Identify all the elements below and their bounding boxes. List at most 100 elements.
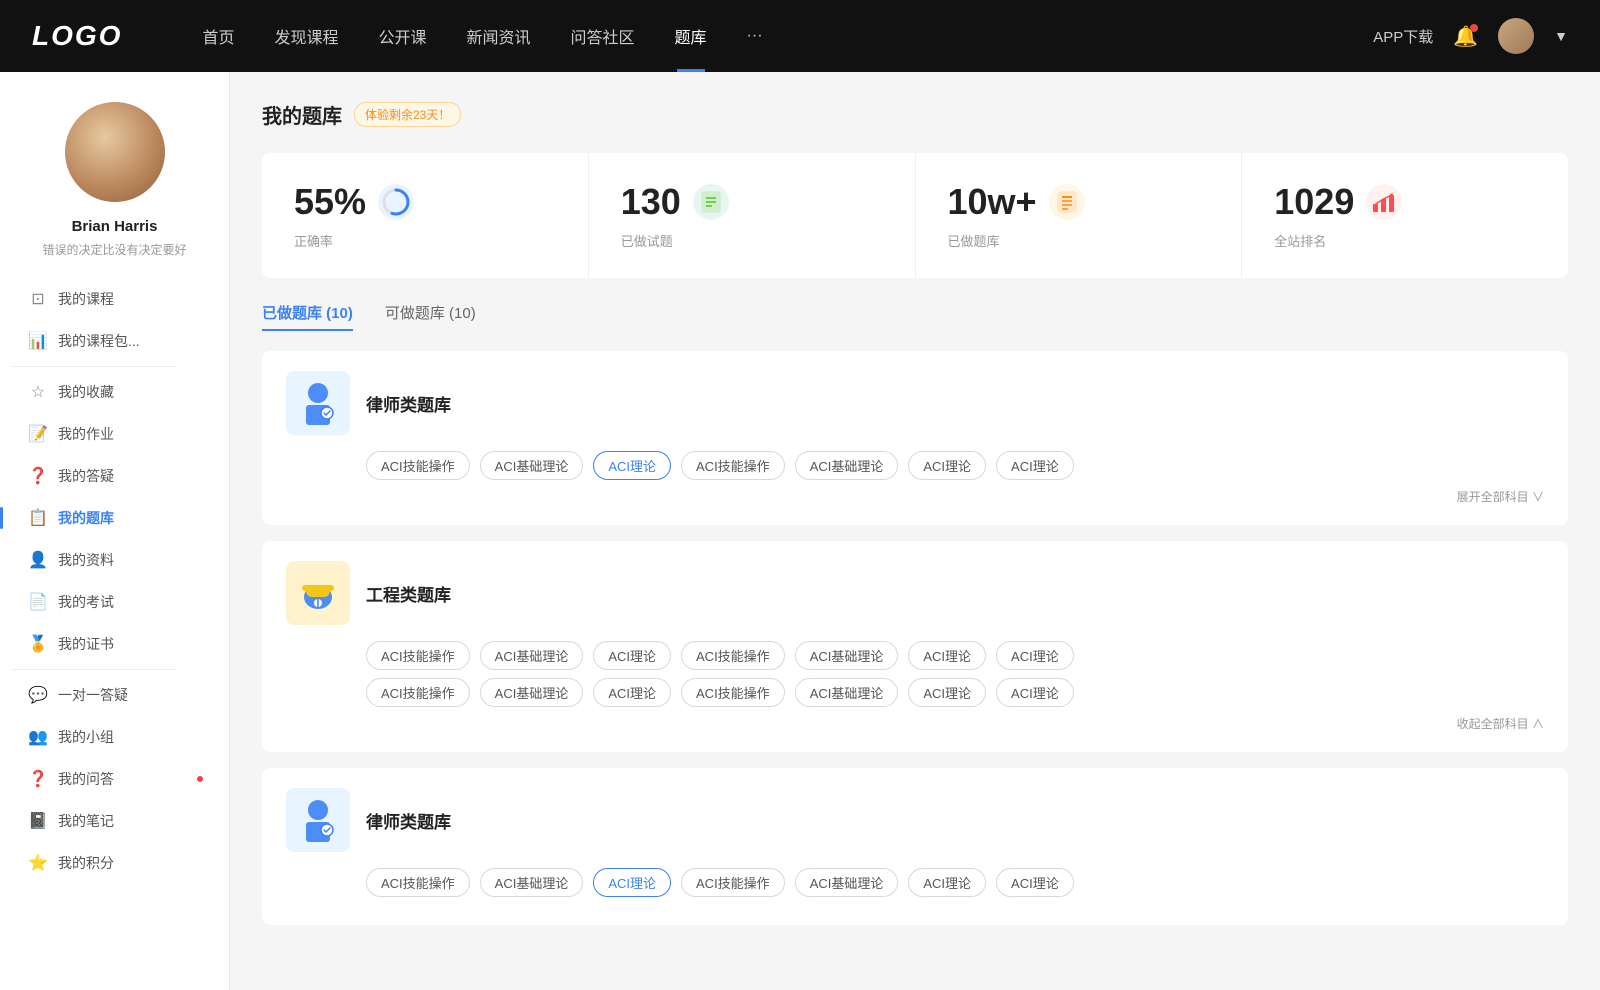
nav-home[interactable]: 首页 [182, 0, 254, 72]
sidebar-item-notes[interactable]: 📓 我的笔记 [12, 800, 217, 842]
stat-done-questions-value: 130 [621, 181, 681, 223]
user-avatar-nav[interactable] [1498, 18, 1534, 54]
star-icon: ☆ [28, 382, 48, 402]
sidebar-item-certificate[interactable]: 🏅 我的证书 [12, 623, 217, 665]
divider2 [12, 669, 176, 670]
top-navigation: LOGO 首页 发现课程 公开课 新闻资讯 问答社区 题库 ··· APP下载 … [0, 0, 1600, 72]
tag[interactable]: ACI技能操作 [366, 678, 470, 707]
stat-accuracy: 55% 正确率 [262, 153, 589, 278]
tag[interactable]: ACI理论 [996, 678, 1074, 707]
tag[interactable]: ACI技能操作 [681, 641, 785, 670]
tag[interactable]: ACI理论 [996, 641, 1074, 670]
tag[interactable]: ACI理论 [908, 451, 986, 480]
chevron-down-icon[interactable]: ▼ [1554, 28, 1568, 44]
tag[interactable]: ACI技能操作 [366, 641, 470, 670]
tag[interactable]: ACI基础理论 [795, 641, 899, 670]
qbank-title-engineer: 工程类题库 [366, 581, 451, 606]
sidebar-item-label: 我的小组 [58, 727, 114, 747]
profile-icon: 👤 [28, 550, 48, 570]
app-download-button[interactable]: APP下载 [1373, 26, 1433, 47]
lawyer-icon [286, 371, 350, 435]
stat-done-banks: 10w+ 已做题库 [916, 153, 1243, 278]
nav-discover[interactable]: 发现课程 [254, 0, 358, 72]
sidebar-item-label: 我的作业 [58, 424, 114, 444]
sidebar: Brian Harris 错误的决定比没有决定要好 ⊡ 我的课程 📊 我的课程包… [0, 72, 230, 990]
expand-button-lawyer-1[interactable]: 展开全部科目 ∨ [286, 488, 1544, 505]
qbank-tags-engineer-row1: ACI技能操作 ACI基础理论 ACI理论 ACI技能操作 ACI基础理论 AC… [366, 641, 1544, 670]
tag[interactable]: ACI基础理论 [480, 868, 584, 897]
tag[interactable]: ACI基础理论 [480, 451, 584, 480]
sidebar-item-label: 我的课程 [58, 289, 114, 309]
qbank-card-lawyer-1: 律师类题库 ACI技能操作 ACI基础理论 ACI理论 ACI技能操作 ACI基… [262, 351, 1568, 525]
sidebar-item-label: 我的答疑 [58, 466, 114, 486]
qbank-card-header: 律师类题库 [286, 371, 1544, 435]
nav-right: APP下载 🔔 ▼ [1373, 18, 1568, 54]
sidebar-item-course-package[interactable]: 📊 我的课程包... [12, 320, 217, 362]
tag[interactable]: ACI基础理论 [480, 641, 584, 670]
qbank-title-lawyer-1: 律师类题库 [366, 391, 451, 416]
collapse-button-engineer[interactable]: 收起全部科目 ∧ [286, 715, 1544, 732]
qbank-icon: 📋 [28, 508, 48, 528]
tag[interactable]: ACI理论 [593, 678, 671, 707]
nav-qbank[interactable]: 题库 [655, 0, 727, 72]
tag[interactable]: ACI技能操作 [681, 868, 785, 897]
sidebar-menu: ⊡ 我的课程 📊 我的课程包... ☆ 我的收藏 📝 我的作业 ❓ 我的答疑 📋 [0, 278, 229, 884]
sidebar-item-exam[interactable]: 📄 我的考试 [12, 581, 217, 623]
tabs-row: 已做题库 (10) 可做题库 (10) [262, 302, 1568, 331]
tab-done-banks[interactable]: 已做题库 (10) [262, 302, 353, 331]
tag[interactable]: ACI技能操作 [366, 868, 470, 897]
sidebar-item-my-qa[interactable]: ❓ 我的问答 [12, 758, 217, 800]
notification-dot [1470, 24, 1478, 32]
sidebar-item-qbank[interactable]: 📋 我的题库 [12, 497, 217, 539]
nav-more[interactable]: ··· [727, 0, 783, 72]
tag[interactable]: ACI基础理论 [480, 678, 584, 707]
notification-bell[interactable]: 🔔 [1453, 24, 1478, 49]
avatar-image-large [65, 102, 165, 202]
stat-done-questions-label: 已做试题 [621, 231, 883, 250]
stat-rank-value: 1029 [1274, 181, 1354, 223]
nav-news[interactable]: 新闻资讯 [447, 0, 551, 72]
course-package-icon: 📊 [28, 331, 48, 351]
sidebar-item-homework[interactable]: 📝 我的作业 [12, 413, 217, 455]
qbank-card-engineer: 工程类题库 ACI技能操作 ACI基础理论 ACI理论 ACI技能操作 ACI基… [262, 541, 1568, 752]
tag-active[interactable]: ACI理论 [593, 868, 671, 897]
sidebar-item-profile[interactable]: 👤 我的资料 [12, 539, 217, 581]
user-avatar-sidebar [65, 102, 165, 202]
sidebar-item-label: 我的证书 [58, 634, 114, 654]
nav-open-course[interactable]: 公开课 [358, 0, 446, 72]
tag-active[interactable]: ACI理论 [593, 451, 671, 480]
tag[interactable]: ACI基础理论 [795, 868, 899, 897]
stat-done-questions: 130 已做试题 [589, 153, 916, 278]
tag[interactable]: ACI理论 [908, 868, 986, 897]
qbank-card-header: 工程类题库 [286, 561, 1544, 625]
tag[interactable]: ACI基础理论 [795, 451, 899, 480]
tag[interactable]: ACI技能操作 [366, 451, 470, 480]
tag[interactable]: ACI理论 [593, 641, 671, 670]
sidebar-item-tutoring[interactable]: 💬 一对一答疑 [12, 674, 217, 716]
sidebar-item-points[interactable]: ⭐ 我的积分 [12, 842, 217, 884]
tag[interactable]: ACI理论 [996, 868, 1074, 897]
sidebar-item-group[interactable]: 👥 我的小组 [12, 716, 217, 758]
page-header: 我的题库 体验剩余23天！ [262, 100, 1568, 129]
my-qa-icon: ❓ [28, 769, 48, 789]
tab-available-banks[interactable]: 可做题库 (10) [385, 302, 476, 331]
tag[interactable]: ACI基础理论 [795, 678, 899, 707]
divider [12, 366, 176, 367]
sidebar-item-label: 我的题库 [58, 508, 114, 528]
tag[interactable]: ACI理论 [996, 451, 1074, 480]
tag[interactable]: ACI技能操作 [681, 678, 785, 707]
question-icon: ❓ [28, 466, 48, 486]
stat-rank-label: 全站排名 [1274, 231, 1536, 250]
nav-qa[interactable]: 问答社区 [551, 0, 655, 72]
tag[interactable]: ACI理论 [908, 678, 986, 707]
points-icon: ⭐ [28, 853, 48, 873]
sidebar-item-courses[interactable]: ⊡ 我的课程 [12, 278, 217, 320]
sidebar-item-favorites[interactable]: ☆ 我的收藏 [12, 371, 217, 413]
sidebar-item-questions[interactable]: ❓ 我的答疑 [12, 455, 217, 497]
tag[interactable]: ACI理论 [908, 641, 986, 670]
qbank-title-lawyer-2: 律师类题库 [366, 808, 451, 833]
courses-icon: ⊡ [28, 289, 48, 309]
logo[interactable]: LOGO [32, 20, 122, 52]
tag[interactable]: ACI技能操作 [681, 451, 785, 480]
sidebar-item-label: 我的资料 [58, 550, 114, 570]
